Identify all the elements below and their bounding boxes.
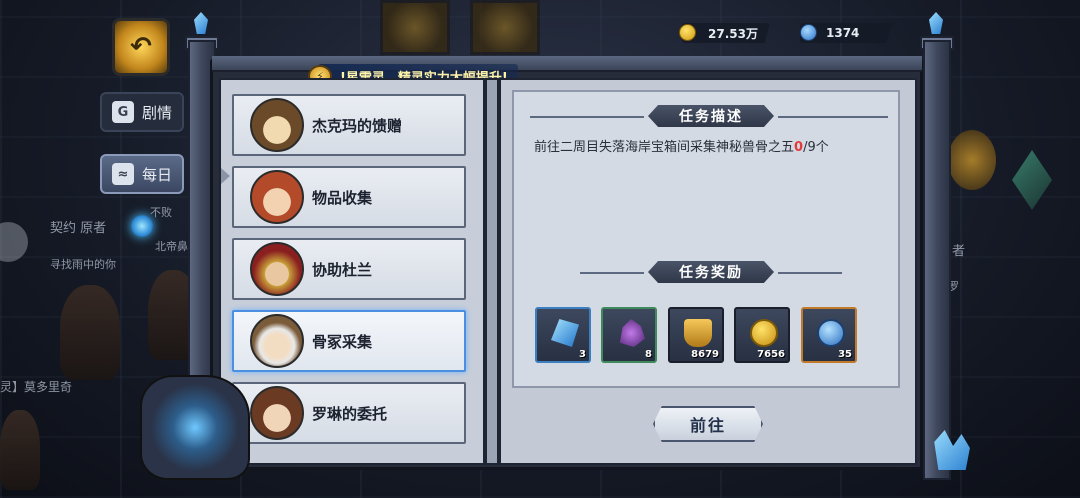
right-pillar [923, 40, 951, 480]
knight-icon [250, 242, 304, 296]
reward-count: 8679 [691, 349, 719, 360]
tab-story-label: 剧情 [142, 103, 173, 122]
description-header-label: 任务描述 [679, 109, 743, 125]
task-list-scrollbar[interactable] [485, 78, 499, 465]
task-item[interactable]: 罗琳的委托 [232, 382, 466, 444]
reward-count: 7656 [757, 349, 785, 360]
background-label: 者 [952, 244, 966, 259]
task-item-active[interactable]: 骨冢采集 [232, 310, 466, 372]
divider [778, 272, 842, 274]
task-label: 物品收集 [312, 188, 373, 207]
list-pointer-icon [221, 168, 230, 184]
feather-woman-icon [250, 170, 304, 224]
reward-item[interactable]: 3 [535, 307, 591, 363]
go-button-label: 前往 [689, 416, 726, 435]
glowing-orb-icon [131, 215, 153, 237]
badge-icon [684, 319, 712, 347]
girl-icon [250, 386, 304, 440]
background-emblem-icon [948, 130, 996, 190]
tab-story[interactable]: G 剧情 [100, 92, 184, 132]
task-label: 协助杜兰 [312, 260, 373, 279]
reward-item[interactable]: 8679 [668, 307, 724, 363]
reward-header-label: 任务奖励 [679, 265, 743, 281]
background-label: 寻找雨中的你 [50, 258, 116, 271]
reward-count: 3 [579, 349, 586, 360]
reward-item[interactable]: 35 [801, 307, 857, 363]
reward-count: 8 [645, 349, 652, 360]
daily-scroll-icon: ≈ [112, 163, 134, 185]
back-button[interactable]: ↶ [112, 18, 170, 76]
rune-stone-icon [140, 375, 250, 480]
background-label: 北帝鼻 [155, 240, 188, 253]
task-label: 骨冢采集 [312, 332, 373, 351]
task-description: 前往二周目失落海岸宝箱间采集神秘兽骨之五0/9个 [534, 136, 829, 155]
gold-coin-icon [750, 319, 778, 347]
task-item[interactable]: 杰克玛的馈赠 [232, 94, 466, 156]
purple-ore-icon [619, 319, 645, 347]
reward-count: 35 [838, 349, 852, 360]
reward-item[interactable]: 8 [601, 307, 657, 363]
task-description-text: 前往二周目失落海岸宝箱间采集神秘兽骨之五 [534, 140, 795, 155]
blue-crystal-icon [551, 319, 579, 347]
gold-value: 27.53万 [708, 26, 758, 41]
gold-coin-icon [679, 24, 696, 41]
blue-orb-icon [817, 319, 845, 347]
reward-item[interactable]: 7656 [734, 307, 790, 363]
gem-icon [800, 24, 817, 41]
gem-value: 1374 [826, 26, 860, 40]
divider [530, 116, 644, 118]
divider [778, 116, 888, 118]
description-header: 任务描述 [648, 105, 774, 127]
old-man-icon [250, 314, 304, 368]
background-window [470, 0, 540, 55]
progress-total: /9个 [803, 140, 829, 155]
divider [580, 272, 644, 274]
background-character [0, 410, 40, 490]
back-arrow-icon: ↶ [130, 32, 152, 62]
progress-current: 0 [794, 140, 804, 155]
hat-man-icon [250, 98, 304, 152]
task-label: 杰克玛的馈赠 [312, 116, 403, 135]
reward-header: 任务奖励 [648, 261, 774, 283]
tab-daily[interactable]: ≈ 每日 [100, 154, 184, 194]
background-label: 契约 原者 [50, 221, 107, 236]
background-label: 灵】莫多里奇 [0, 380, 73, 394]
story-book-icon: G [112, 101, 134, 123]
tab-daily-label: 每日 [142, 165, 173, 184]
background-label: 不败 [150, 206, 172, 219]
go-button[interactable]: 前往 [653, 406, 763, 442]
task-item[interactable]: 协助杜兰 [232, 238, 466, 300]
background-character [60, 285, 120, 380]
background-window [380, 0, 450, 55]
task-item[interactable]: 物品收集 [232, 166, 466, 228]
task-label: 罗琳的委托 [312, 404, 388, 423]
